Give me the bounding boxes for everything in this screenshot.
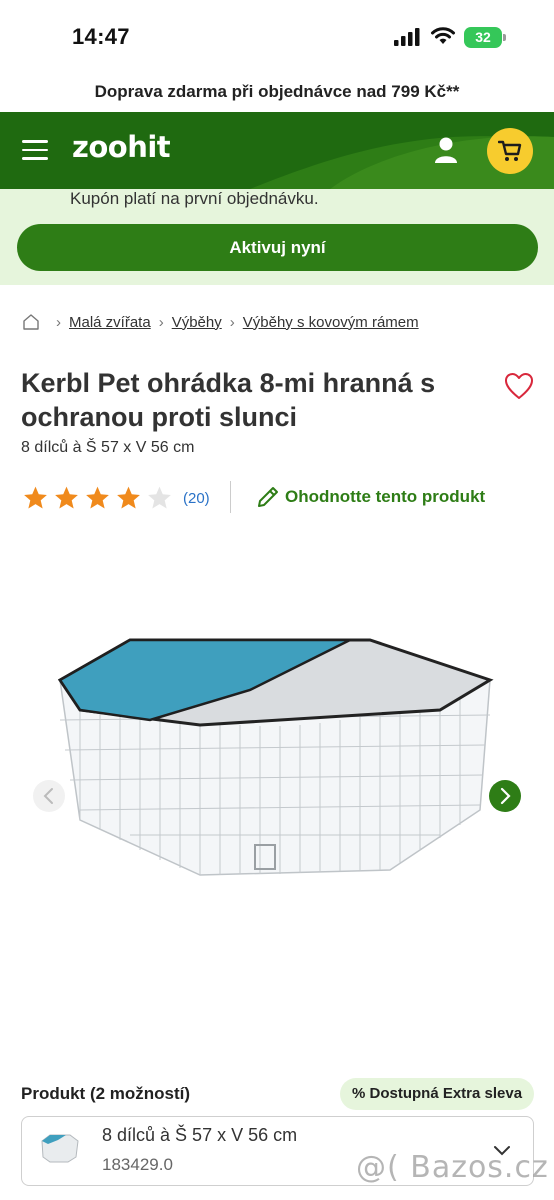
- review-count[interactable]: (20): [183, 490, 210, 507]
- site-header: zoohit: [0, 112, 554, 189]
- rate-product-label: Ohodnotte tento produkt: [285, 487, 486, 506]
- battery-level: 32: [464, 27, 502, 48]
- star-empty-icon: [148, 486, 171, 509]
- breadcrumb-link-metal-runs[interactable]: Výběhy s kovovým rámem: [243, 314, 419, 331]
- product-image[interactable]: [40, 620, 520, 960]
- breadcrumb-link-runs[interactable]: Výběhy: [172, 314, 222, 331]
- chevron-right-icon: ›: [229, 313, 235, 331]
- coupon-banner: Kupón platí na první objednávku. Aktivuj…: [0, 189, 554, 285]
- menu-icon[interactable]: [22, 140, 50, 162]
- variant-name: 8 dílců à Š 57 x V 56 cm: [102, 1125, 298, 1145]
- rate-product-link[interactable]: Ohodnotte tento produkt: [255, 484, 485, 510]
- product-gallery[interactable]: [0, 560, 554, 1030]
- star-filled-icon: [117, 486, 140, 509]
- variant-label: Produkt (2 možností): [21, 1084, 191, 1103]
- chevron-right-icon: [500, 787, 511, 805]
- discount-badge: % Dostupná Extra sleva: [340, 1078, 535, 1110]
- chevron-right-icon: ›: [158, 313, 164, 331]
- cellular-signal-icon: [394, 28, 420, 46]
- product-subtitle: 8 dílců à Š 57 x V 56 cm: [21, 439, 195, 456]
- breadcrumb: › Malá zvířata › Výběhy › Výběhy s kovov…: [22, 310, 419, 334]
- status-time: 14:47: [72, 24, 130, 49]
- star-filled-icon: [86, 486, 109, 509]
- variant-thumbnail: [41, 1134, 79, 1163]
- gallery-prev-button[interactable]: [33, 780, 65, 812]
- divider: [230, 481, 231, 513]
- star-filled-icon: [24, 486, 47, 509]
- variant-code: 183429.0: [102, 1155, 173, 1174]
- cart-icon: [498, 140, 522, 161]
- pencil-icon: [258, 487, 278, 507]
- gallery-next-button[interactable]: [489, 780, 521, 812]
- breadcrumb-link-small-animals[interactable]: Malá zvířata: [69, 314, 151, 331]
- cart-button[interactable]: [487, 128, 533, 174]
- product-title: Kerbl Pet ohrádka 8-mi hranná s ochranou…: [21, 368, 436, 432]
- chevron-right-icon: ›: [56, 313, 61, 331]
- user-icon[interactable]: [433, 136, 459, 164]
- star-filled-icon: [55, 486, 78, 509]
- home-icon[interactable]: [22, 313, 40, 331]
- rating[interactable]: (20): [22, 484, 210, 512]
- coupon-text: Kupón platí na první objednávku.: [70, 189, 319, 208]
- battery-icon: 32: [464, 27, 506, 48]
- status-bar: 14:47 32: [0, 0, 554, 76]
- shipping-promo: Doprava zdarma při objednávce nad 799 Kč…: [94, 82, 460, 101]
- watermark: @( Bazos.cz: [356, 1150, 549, 1185]
- logo[interactable]: zoohit: [72, 130, 171, 164]
- activate-coupon-button[interactable]: Aktivuj nyní: [17, 224, 538, 271]
- chevron-left-icon: [43, 788, 53, 804]
- wifi-icon: [431, 27, 455, 44]
- wishlist-heart-icon[interactable]: [504, 372, 534, 400]
